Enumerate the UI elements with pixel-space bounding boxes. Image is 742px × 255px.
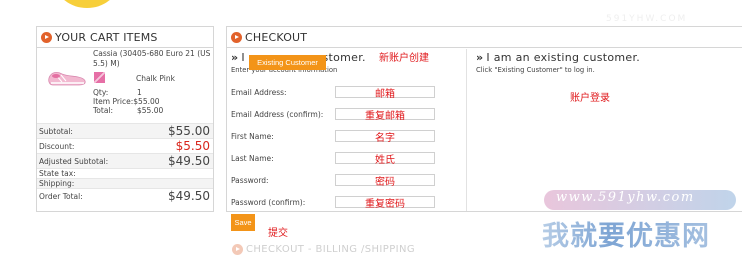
save-button[interactable]: Save: [231, 214, 255, 231]
item-price-value: $55.00: [133, 97, 160, 106]
checkout-title: CHECKOUT: [245, 30, 308, 44]
item-total-label: Total:: [93, 106, 114, 115]
totals-label: Discount:: [39, 141, 75, 151]
last-name-label: Last Name:: [231, 153, 274, 163]
login-annotation: 账户登录: [570, 93, 610, 104]
double-arrow-icon: »: [231, 51, 239, 64]
totals-label: Subtotal:: [39, 126, 73, 136]
first-name-row: First Name: 名字: [231, 130, 435, 144]
first-name-field[interactable]: 名字: [335, 130, 435, 144]
existing-customer-section: » I am an existing customer. Click "Exist…: [476, 49, 736, 74]
cart-title: YOUR CART ITEMS: [55, 30, 158, 44]
column-divider: [466, 49, 467, 211]
totals-row: Shipping:: [37, 178, 213, 188]
totals-row: Subtotal: $55.00: [37, 123, 213, 138]
cart-totals: Subtotal: $55.00 Discount: $5.50 Adjuste…: [37, 123, 213, 203]
watermark-faint: 591YHW.COM: [606, 14, 688, 24]
password-confirm-label: Password (confirm):: [231, 197, 306, 207]
email-confirm-label: Email Address (confirm):: [231, 109, 324, 119]
existing-customer-subtitle: Click "Existing Customer" to log in.: [476, 66, 595, 74]
shoe-icon[interactable]: [47, 67, 87, 87]
totals-row: Order Total: $49.50: [37, 188, 213, 203]
watermark-brand: 我就要优惠网: [542, 214, 710, 253]
existing-customer-button[interactable]: Existing Customer: [249, 55, 326, 70]
order-total-value: $49.50: [168, 189, 210, 203]
totals-label: Adjusted Subtotal:: [39, 156, 109, 166]
totals-label: State tax:: [39, 169, 76, 178]
qty-value: 1: [137, 88, 142, 97]
item-price-label: Item Price:: [93, 97, 134, 106]
double-arrow-icon: »: [476, 51, 484, 64]
totals-row: Discount: $5.50: [37, 138, 213, 153]
item-total-value: $55.00: [137, 106, 164, 115]
arrow-circle-icon: [232, 244, 243, 255]
order-total-label: Order Total:: [39, 191, 83, 201]
arrow-circle-icon: [41, 31, 52, 43]
existing-customer-title: » I am an existing customer.: [476, 51, 736, 64]
totals-value: $49.50: [168, 154, 210, 168]
password-confirm-row: Password (confirm): 重复密码: [231, 196, 435, 210]
checkout-header: CHECKOUT: [227, 27, 742, 48]
existing-customer-heading: I am an existing customer.: [486, 51, 641, 64]
billing-shipping-title: CHECKOUT - BILLING /SHIPPING: [246, 244, 416, 255]
swatch-icon: [94, 72, 105, 83]
last-name-row: Last Name: 姓氏: [231, 152, 435, 166]
save-annotation: 提交: [268, 228, 288, 239]
email-confirm-row: Email Address (confirm): 重复邮箱: [231, 108, 435, 122]
totals-value: $55.00: [168, 124, 210, 138]
discount-value: $5.50: [175, 139, 210, 153]
email-field[interactable]: 邮箱: [335, 86, 435, 100]
watermark-url: www.591yhw.com: [556, 190, 695, 205]
password-label: Password:: [231, 175, 269, 185]
totals-row: Adjusted Subtotal: $49.50: [37, 153, 213, 168]
product-color: Chalk Pink: [136, 74, 175, 83]
first-name-label: First Name:: [231, 131, 274, 141]
password-row: Password: 密码: [231, 174, 435, 188]
new-account-annotation: 新账户创建: [379, 53, 429, 64]
totals-row: State tax:: [37, 168, 213, 178]
password-field[interactable]: 密码: [335, 174, 435, 188]
checkout-panel: CHECKOUT »I am a new customer. 新账户创建 Ent…: [226, 26, 742, 212]
billing-shipping-header: CHECKOUT - BILLING /SHIPPING: [232, 244, 415, 255]
cart-panel: YOUR CART ITEMS Cassia (30405-680 Euro 2…: [36, 26, 214, 212]
decorative-circle: [56, 0, 118, 8]
password-confirm-field[interactable]: 重复密码: [335, 196, 435, 210]
last-name-field[interactable]: 姓氏: [335, 152, 435, 166]
cart-header: YOUR CART ITEMS: [37, 27, 213, 48]
arrow-circle-icon: [231, 31, 242, 43]
totals-label: Shipping:: [39, 179, 75, 188]
product-name[interactable]: Cassia (30405-680 Euro 21 (US 5.5) M): [93, 49, 211, 68]
email-confirm-field[interactable]: 重复邮箱: [335, 108, 435, 122]
product-meta: Qty: 1 Item Price: $55.00 Total: $55.00: [93, 88, 163, 115]
qty-label: Qty:: [93, 88, 109, 97]
email-label: Email Address:: [231, 87, 287, 97]
email-row: Email Address: 邮箱: [231, 86, 435, 100]
